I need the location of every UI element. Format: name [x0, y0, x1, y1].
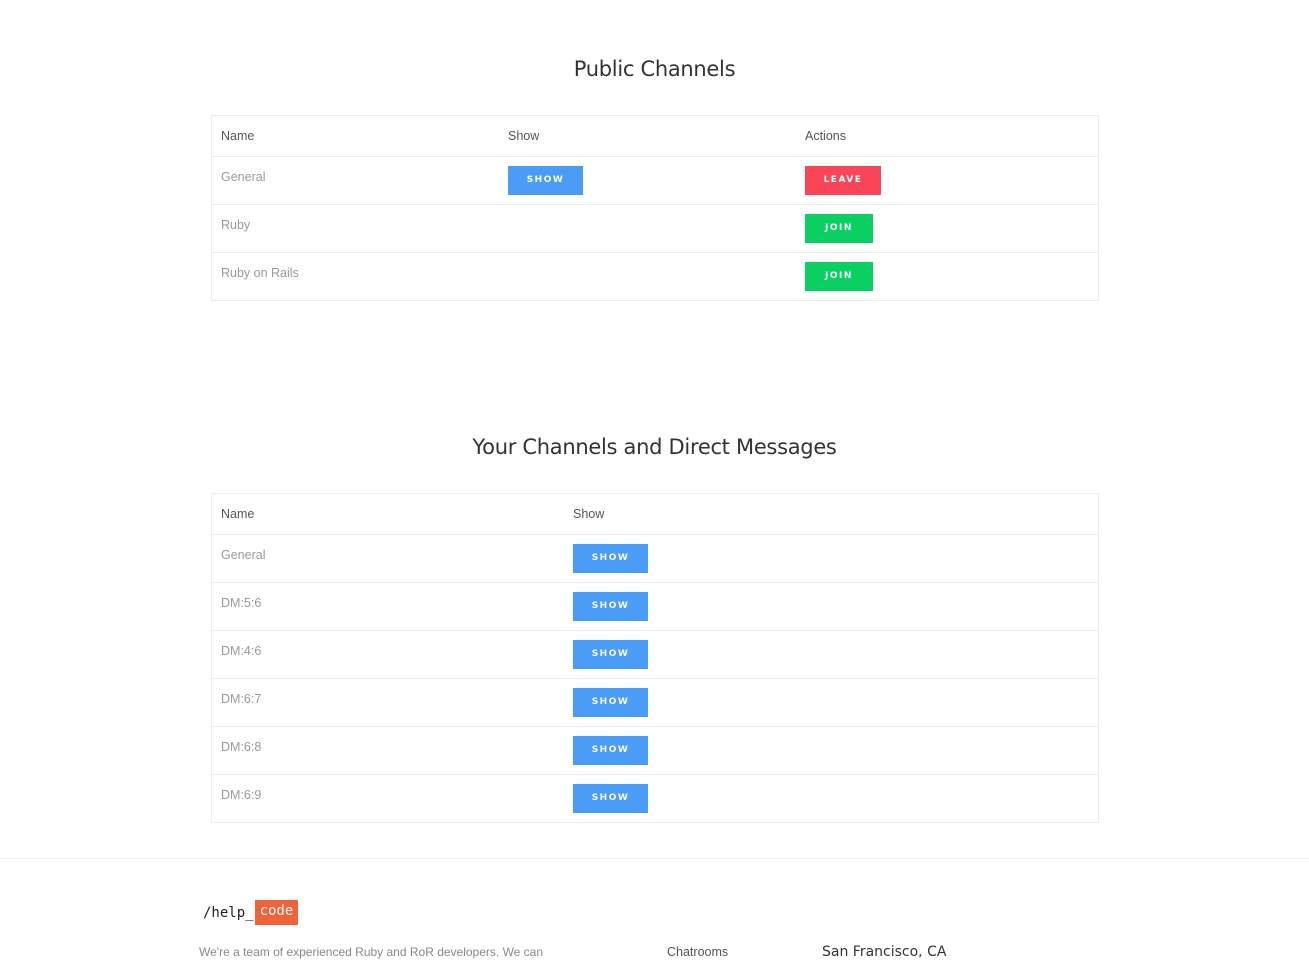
- channel-name: Ruby on Rails: [221, 266, 299, 280]
- join-ruby-on-rails-button[interactable]: JOIN: [805, 262, 873, 291]
- show-channel-button[interactable]: SHOW: [573, 784, 648, 813]
- show-channel-button[interactable]: SHOW: [573, 544, 648, 573]
- table-row: General SHOW LEAVE: [212, 156, 1098, 205]
- column-header-actions: Actions: [796, 116, 1098, 157]
- show-general-button[interactable]: SHOW: [508, 166, 583, 195]
- show-channel-button[interactable]: SHOW: [573, 640, 648, 669]
- table-row: DM:6:7 SHOW: [212, 678, 1098, 727]
- table-row: General SHOW: [212, 534, 1098, 583]
- show-channel-button[interactable]: SHOW: [573, 736, 648, 765]
- column-header-name: Name: [212, 494, 564, 535]
- channel-name: General: [221, 170, 266, 184]
- logo-code-badge: code: [254, 900, 299, 925]
- your-channels-title: Your Channels and Direct Messages: [472, 435, 837, 459]
- table-header-row: Name Show: [212, 494, 1098, 535]
- channel-name: DM:6:8: [221, 740, 262, 754]
- table-row: Ruby JOIN: [212, 204, 1098, 253]
- footer-divider: [0, 858, 1309, 859]
- page: Public Channels Name Show Actions Genera…: [0, 0, 1309, 960]
- helpcode-logo[interactable]: /help_ code: [203, 900, 299, 925]
- column-header-show: Show: [499, 116, 796, 157]
- channel-name: Ruby: [221, 218, 251, 232]
- channel-name: DM:4:6: [221, 644, 262, 658]
- table-row: DM:6:8 SHOW: [212, 726, 1098, 775]
- public-channels-title: Public Channels: [573, 57, 736, 81]
- public-channels-table: Name Show Actions General SHOW LEAVE Rub…: [211, 115, 1099, 301]
- table-row: DM:5:6 SHOW: [212, 582, 1098, 631]
- channel-name: General: [221, 548, 266, 562]
- footer-blurb: We're a team of experienced Ruby and RoR…: [199, 945, 544, 959]
- channel-name: DM:5:6: [221, 596, 262, 610]
- table-header-row: Name Show Actions: [212, 116, 1098, 157]
- column-header-name: Name: [212, 116, 499, 157]
- channel-name: DM:6:7: [221, 692, 262, 706]
- leave-general-button[interactable]: LEAVE: [805, 166, 881, 195]
- table-row: DM:4:6 SHOW: [212, 630, 1098, 679]
- table-row: DM:6:9 SHOW: [212, 775, 1098, 823]
- footer-city: San Francisco, CA: [822, 944, 947, 960]
- show-channel-button[interactable]: SHOW: [573, 592, 648, 621]
- table-row: Ruby on Rails JOIN: [212, 253, 1098, 301]
- column-header-show: Show: [564, 494, 1098, 535]
- logo-prefix: /help_: [203, 904, 254, 921]
- show-channel-button[interactable]: SHOW: [573, 688, 648, 717]
- join-ruby-button[interactable]: JOIN: [805, 214, 873, 243]
- your-channels-table: Name Show General SHOW DM:5:6 SHOW DM:4:…: [211, 493, 1099, 823]
- channel-name: DM:6:9: [221, 788, 262, 802]
- footer-link-chatrooms[interactable]: Chatrooms: [667, 945, 728, 959]
